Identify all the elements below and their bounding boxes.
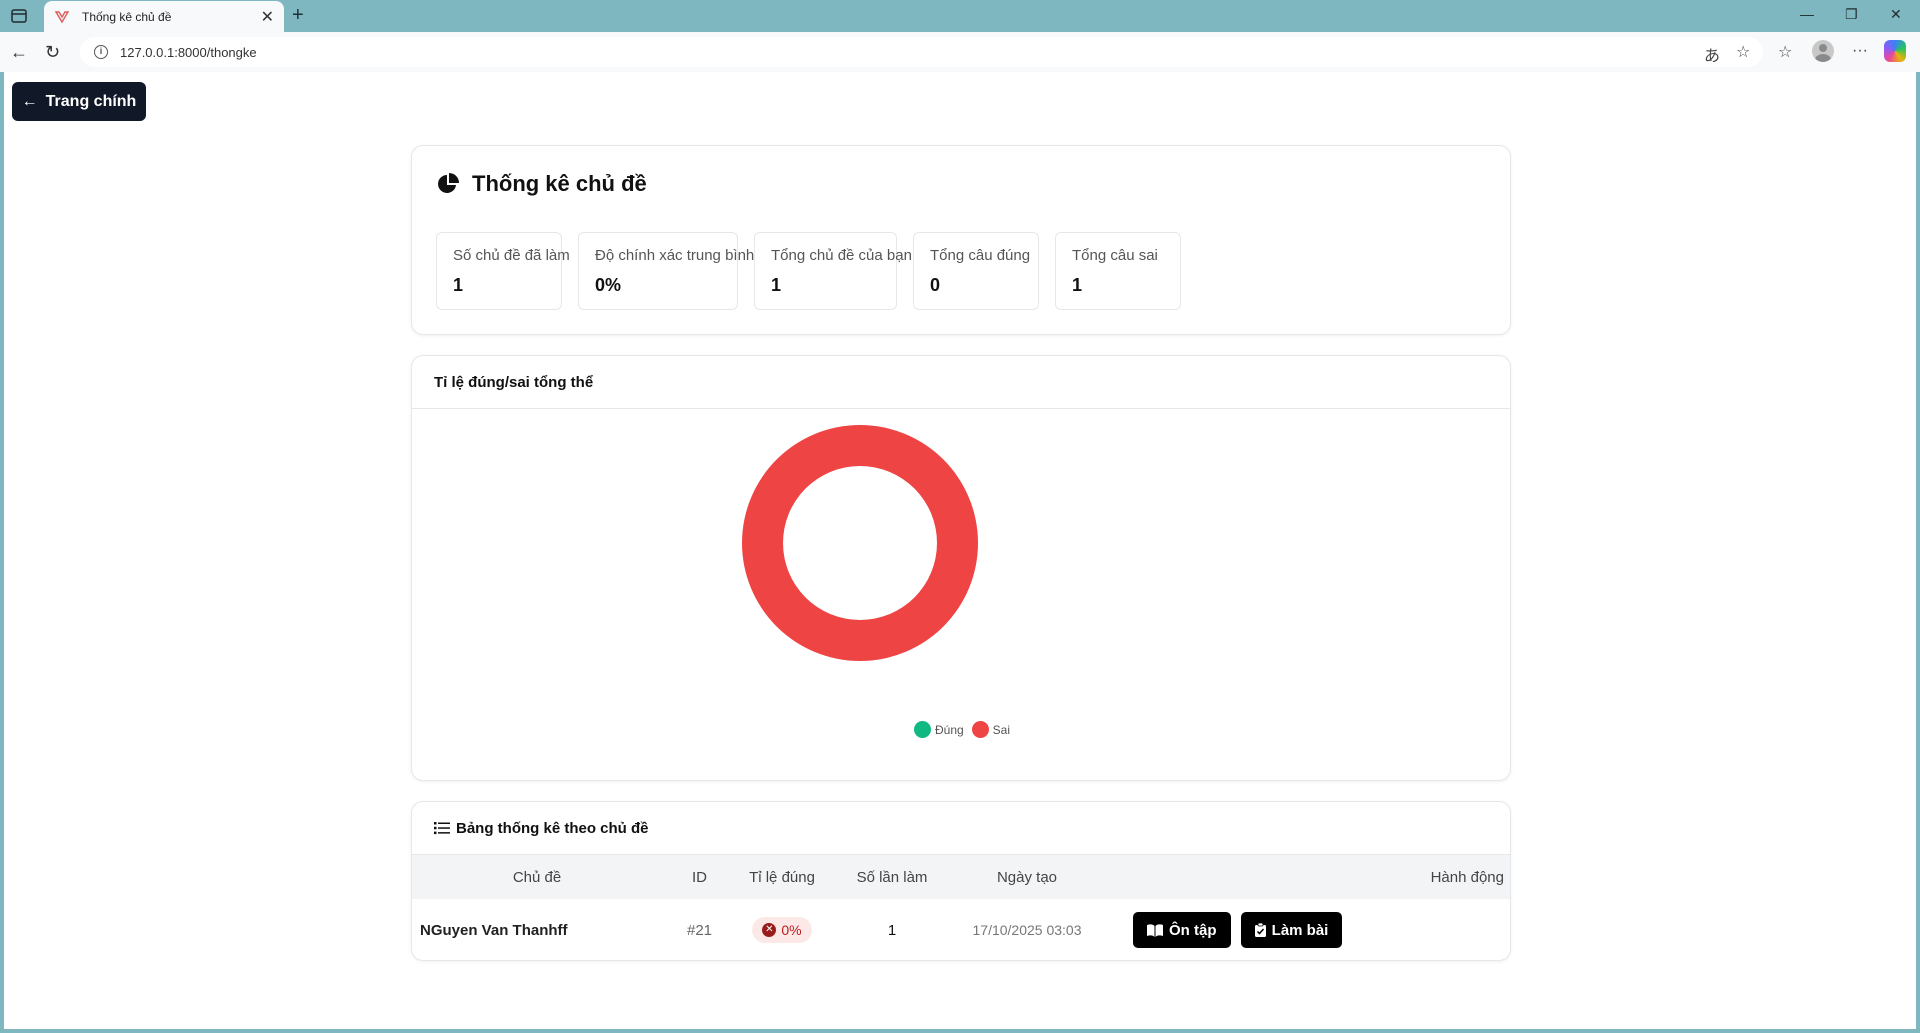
site-info-icon[interactable]: i — [94, 45, 108, 59]
chart-legend: Đúng Sai — [412, 721, 1512, 738]
legend-swatch — [913, 721, 931, 738]
list-icon — [434, 822, 450, 835]
table-row: NGuyen Van Thanhff #21 ✕ 0% 1 17/10/2025… — [412, 899, 1510, 961]
col-header-id: ID — [692, 868, 707, 886]
chart-section-title: Tỉ lệ đúng/sai tổng thể — [434, 373, 594, 391]
clipboard-check-icon — [1254, 923, 1266, 937]
stat-label: Độ chính xác trung bình — [595, 247, 755, 264]
review-button[interactable]: Ôn tập — [1133, 912, 1231, 948]
copilot-icon[interactable] — [1884, 40, 1906, 62]
summary-title: Thống kê chủ đề — [472, 171, 647, 196]
rate-badge: ✕ 0% — [752, 917, 812, 943]
chart-card-header: Tỉ lệ đúng/sai tổng thể — [412, 356, 1510, 409]
table-card: Bảng thống kê theo chủ đề Chủ đề ID Tỉ l… — [411, 801, 1511, 961]
stat-label: Tổng câu sai — [1072, 247, 1158, 264]
more-menu-icon[interactable]: ··· — [1852, 42, 1868, 60]
favorites-icon[interactable]: ☆ — [1778, 42, 1792, 62]
donut-chart — [742, 425, 978, 661]
summary-heading: Thống kê chủ đề — [436, 171, 647, 197]
stat-value: 1 — [1072, 275, 1083, 295]
legend-swatch — [971, 721, 989, 738]
tab-actions-icon[interactable] — [10, 7, 28, 25]
arrow-left-icon: ← — [21, 92, 38, 110]
review-label: Ôn tập — [1169, 921, 1217, 939]
col-header-topic: Chủ đề — [512, 868, 562, 886]
stat-value: 1 — [453, 275, 464, 295]
url-text: 127.0.0.1:8000/thongke — [120, 44, 257, 60]
chart-card: Tỉ lệ đúng/sai tổng thể Đúng Sai — [411, 355, 1511, 781]
page-content: ← Trang chính Thống kê chủ đề Số chủ đề … — [4, 72, 1916, 1029]
stat-label: Tổng câu đúng — [930, 247, 1031, 264]
stat-label: Số chủ đề đã làm — [453, 247, 570, 264]
close-window-icon[interactable]: ✕ — [1890, 6, 1902, 23]
minimize-icon[interactable]: — — [1800, 6, 1814, 22]
stats-row: Số chủ đề đã làm 1 Độ chính xác trung bì… — [436, 232, 1181, 310]
actions-cell: Ôn tập Làm bài — [1097, 899, 1510, 961]
stat-avg-accuracy: Độ chính xác trung bình 0% — [578, 232, 755, 310]
stat-label: Tổng chủ đề của bạn — [771, 247, 912, 264]
reload-icon[interactable]: ↻ — [45, 42, 60, 63]
translate-icon[interactable]: あ — [1704, 42, 1720, 66]
donut-slice-2[interactable] — [742, 425, 978, 661]
browser-tab[interactable]: Thống kê chủ đề ✕ — [44, 1, 284, 32]
stat-value: 0 — [930, 275, 941, 295]
back-home-button[interactable]: ← Trang chính — [12, 82, 146, 121]
stat-total-wrong: Tổng câu sai 1 — [1055, 232, 1181, 310]
col-header-rate: Tỉ lệ đúng — [749, 868, 815, 886]
do-quiz-label: Làm bài — [1271, 921, 1329, 939]
restore-icon[interactable]: ❐ — [1845, 6, 1858, 23]
close-tab-icon[interactable]: ✕ — [261, 7, 274, 27]
summary-card: Thống kê chủ đề Số chủ đề đã làm 1 Độ ch… — [411, 145, 1511, 335]
favicon-icon — [54, 10, 70, 23]
stat-value: 1 — [771, 275, 782, 295]
browser-toolbar: ← ↻ i 127.0.0.1:8000/thongke あ ☆ ☆ ··· — [0, 32, 1920, 72]
topic-name[interactable]: NGuyen Van Thanhff — [412, 899, 662, 961]
tab-title: Thống kê chủ đề — [82, 9, 172, 24]
created-date: 17/10/2025 03:03 — [972, 922, 1082, 938]
browser-tabbar: Thống kê chủ đề ✕ + — ❐ ✕ — [0, 0, 1920, 32]
x-circle-icon: ✕ — [762, 923, 777, 937]
topic-id: #21 — [686, 921, 713, 939]
back-home-label: Trang chính — [45, 92, 137, 110]
do-quiz-button[interactable]: Làm bài — [1240, 912, 1343, 948]
rate-value: 0% — [781, 922, 802, 938]
legend-label: Sai — [992, 722, 1011, 737]
legend-label: Đúng — [934, 722, 964, 737]
legend-item[interactable]: Sai — [971, 721, 1011, 738]
back-arrow-icon[interactable]: ← — [10, 42, 28, 63]
attempts-count: 1 — [887, 921, 897, 939]
rate-cell: ✕ 0% — [737, 899, 827, 961]
stat-total-correct: Tổng câu đúng 0 — [913, 232, 1039, 310]
col-header-created: Ngày tạo — [996, 868, 1058, 886]
address-bar[interactable]: i 127.0.0.1:8000/thongke — [80, 37, 1763, 67]
favorite-star-icon[interactable]: ☆ — [1736, 42, 1750, 62]
profile-avatar-icon[interactable] — [1812, 40, 1834, 62]
stat-value: 0% — [595, 275, 622, 295]
col-header-attempts: Số lần làm — [856, 868, 928, 886]
stat-total-topics: Tổng chủ đề của bạn 1 — [754, 232, 912, 310]
new-tab-icon[interactable]: + — [292, 4, 304, 27]
book-icon — [1147, 923, 1163, 937]
topic-stats-table: Chủ đề ID Tỉ lệ đúng Số lần làm Ngày tạo… — [412, 855, 1510, 961]
legend-item[interactable]: Đúng — [913, 721, 964, 738]
pie-chart-icon — [438, 173, 459, 193]
table-card-header: Bảng thống kê theo chủ đề — [412, 802, 1510, 855]
table-title: Bảng thống kê theo chủ đề — [456, 819, 649, 837]
table-header-row: Chủ đề ID Tỉ lệ đúng Số lần làm Ngày tạo… — [412, 855, 1510, 899]
col-header-actions: Hành động — [1430, 868, 1504, 886]
stat-topics-done: Số chủ đề đã làm 1 — [436, 232, 570, 310]
